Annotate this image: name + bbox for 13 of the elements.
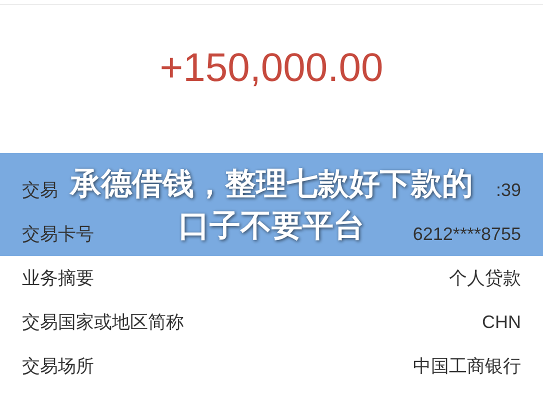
banner-title: 口子不要平台: [178, 206, 364, 244]
detail-value: CHN: [482, 312, 521, 332]
detail-label: 交易卡号: [22, 223, 94, 246]
detail-label: 业务摘要: [22, 267, 94, 290]
detail-label: 交易国家或地区简称: [22, 311, 184, 334]
transaction-amount: +150,000.00: [160, 45, 384, 91]
detail-label: 交易场所: [22, 355, 94, 378]
detail-value: 个人贷款: [449, 267, 521, 290]
detail-value: 6212****8755: [412, 224, 521, 244]
banner-title: 承德借钱，整理七款好下款的: [70, 164, 473, 202]
detail-label: 交易: [22, 179, 58, 202]
detail-value: 中国工商银行: [413, 355, 521, 378]
detail-value: :39: [496, 180, 521, 200]
